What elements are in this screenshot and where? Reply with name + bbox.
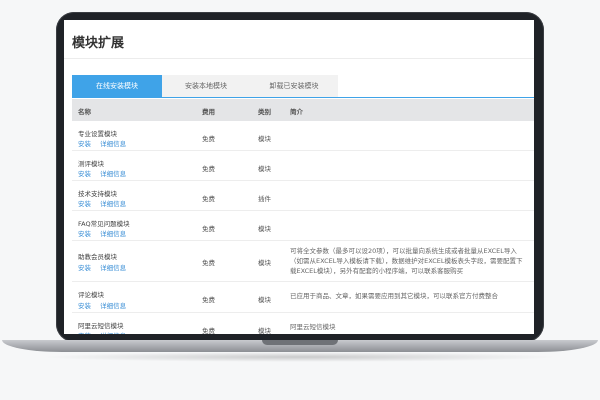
table-row: FAQ常见问题模块 安装 详细信息 免费 模块 [72, 211, 534, 241]
row-actions: 安装 详细信息 [78, 138, 133, 148]
table-row: 技术支持模块 安装 详细信息 免费 插件 [72, 181, 534, 211]
module-type: 模块 [258, 327, 271, 334]
module-price: 免费 [202, 195, 215, 203]
module-desc: 阿里云短信模块 [290, 323, 336, 331]
module-price: 免费 [202, 327, 215, 334]
tab-uninstall[interactable]: 卸载已安装模块 [250, 75, 338, 97]
module-name: 专业设置模块 [78, 130, 117, 138]
module-price: 免费 [202, 165, 215, 173]
module-name: 测评模块 [78, 160, 104, 168]
header-price: 费用 [202, 108, 215, 116]
module-name: 技术支持模块 [78, 190, 117, 198]
detail-link[interactable]: 详细信息 [100, 170, 126, 178]
install-link[interactable]: 安装 [78, 140, 91, 148]
module-name: 评论模块 [78, 291, 104, 299]
table-row: 评论模块 安装 详细信息 免费 模块 已应用于商品、文章，如果需要应用到其它模块… [72, 282, 534, 313]
row-actions: 安装 详细信息 [78, 330, 133, 334]
module-type: 模块 [258, 259, 271, 267]
detail-link[interactable]: 详细信息 [100, 200, 126, 208]
module-type: 插件 [258, 195, 271, 203]
module-desc: 可将全文参数（最多可以设20项），可以批量向系统生成或者批量从EXCEL导入（如… [290, 247, 523, 275]
row-actions: 安装 详细信息 [78, 300, 133, 310]
install-link[interactable]: 安装 [78, 264, 91, 272]
install-link[interactable]: 安装 [78, 200, 91, 208]
detail-link[interactable]: 详细信息 [100, 302, 126, 310]
module-name: FAQ常见问题模块 [78, 220, 130, 228]
row-actions: 安装 详细信息 [78, 228, 133, 238]
table-header: 名称 费用 类别 简介 [72, 99, 534, 121]
module-name: 阿里云短信模块 [78, 322, 124, 330]
detail-link[interactable]: 详细信息 [100, 230, 126, 238]
laptop-screen: 模块扩展 在线安装模块 安装本地模块 卸载已安装模块 名称 费用 类别 简介 专… [64, 20, 534, 334]
module-price: 免费 [202, 135, 215, 143]
install-link[interactable]: 安装 [78, 302, 91, 310]
module-type: 模块 [258, 225, 271, 233]
header-name: 名称 [78, 108, 91, 116]
tab-underline [72, 97, 534, 98]
detail-link[interactable]: 详细信息 [100, 332, 126, 334]
module-type: 模块 [258, 135, 271, 143]
table-row: 助教会员模块 安装 详细信息 免费 模块 可将全文参数（最多可以设20项），可以… [72, 241, 534, 282]
header-desc: 简介 [290, 108, 303, 116]
table-row: 测评模块 安装 详细信息 免费 模块 [72, 151, 534, 181]
table-row: 专业设置模块 安装 详细信息 免费 模块 [72, 121, 534, 151]
install-link[interactable]: 安装 [78, 332, 91, 334]
laptop-shadow [40, 352, 560, 362]
row-actions: 安装 详细信息 [78, 198, 133, 208]
module-type: 模块 [258, 296, 271, 304]
title-divider [64, 58, 534, 59]
install-link[interactable]: 安装 [78, 230, 91, 238]
header-type: 类别 [258, 108, 271, 116]
module-desc: 已应用于商品、文章，如果需要应用到其它模块，可以联系官方付费整合 [290, 292, 498, 300]
module-name: 助教会员模块 [78, 253, 117, 261]
table-row: 阿里云短信模块 安装 详细信息 免费 模块 阿里云短信模块 [72, 313, 534, 334]
module-price: 免费 [202, 296, 215, 304]
tab-bar: 在线安装模块 安装本地模块 卸载已安装模块 [72, 75, 338, 97]
page-title: 模块扩展 [72, 36, 125, 51]
install-link[interactable]: 安装 [78, 170, 91, 178]
row-actions: 安装 详细信息 [78, 262, 133, 272]
tab-local-install[interactable]: 安装本地模块 [162, 75, 250, 97]
module-type: 模块 [258, 165, 271, 173]
module-table-body: 专业设置模块 安装 详细信息 免费 模块 测评模块 安装 详细信息 免费 模块 … [72, 121, 534, 334]
row-actions: 安装 详细信息 [78, 168, 133, 178]
module-price: 免费 [202, 259, 215, 267]
laptop-notch [262, 340, 338, 345]
detail-link[interactable]: 详细信息 [100, 264, 126, 272]
tab-online-install[interactable]: 在线安装模块 [72, 75, 162, 97]
module-price: 免费 [202, 225, 215, 233]
detail-link[interactable]: 详细信息 [100, 140, 126, 148]
